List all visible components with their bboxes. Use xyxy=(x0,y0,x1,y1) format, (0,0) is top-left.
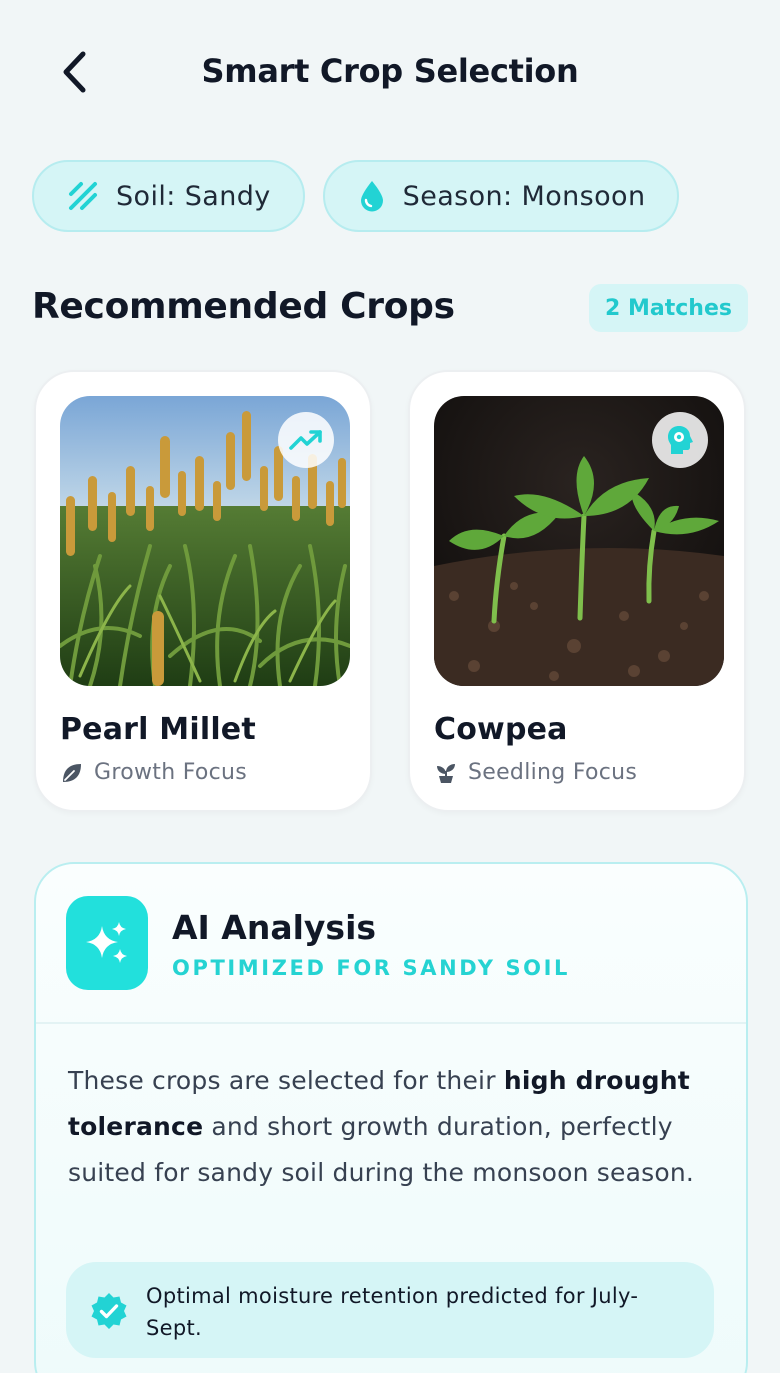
filter-chips: Soil: Sandy Season: Monsoon xyxy=(32,160,680,232)
moisture-note: Optimal moisture retention predicted for… xyxy=(66,1262,714,1358)
sparkles-icon xyxy=(66,896,148,990)
moisture-note-text: Optimal moisture retention predicted for… xyxy=(146,1284,639,1340)
water-drop-icon xyxy=(360,181,383,212)
matches-badge: 2 Matches xyxy=(589,284,748,332)
crop-focus: Growth Focus xyxy=(60,760,247,785)
cowpea-image xyxy=(434,396,724,686)
crop-card-pearl-millet[interactable]: Pearl Millet Growth Focus xyxy=(34,370,372,812)
app-header: Smart Crop Selection xyxy=(0,40,780,104)
ai-body-text-start: These crops are selected for their xyxy=(68,1066,504,1095)
trending-badge xyxy=(278,412,334,468)
crop-name: Cowpea xyxy=(434,712,568,747)
ai-head-badge xyxy=(652,412,708,468)
soil-filter-label: Soil: Sandy xyxy=(116,180,271,212)
crop-focus-label: Growth Focus xyxy=(94,760,248,785)
season-filter-chip[interactable]: Season: Monsoon xyxy=(322,160,680,232)
crop-focus-label: Seedling Focus xyxy=(468,760,638,785)
crop-cards: Pearl Millet Growth Focus Cowpea Seedlin… xyxy=(34,370,746,812)
ai-analysis-subtitle: OPTIMIZED FOR SANDY SOIL xyxy=(172,956,571,980)
section-title: Recommended Crops xyxy=(32,286,455,327)
sprout-icon xyxy=(437,763,455,783)
trending-up-icon xyxy=(289,430,322,450)
crop-focus: Seedling Focus xyxy=(434,760,637,785)
head-gear-icon xyxy=(668,426,693,454)
ai-analysis-header: AI Analysis OPTIMIZED FOR SANDY SOIL xyxy=(36,864,746,1024)
leaf-icon xyxy=(63,763,81,782)
pearl-millet-image xyxy=(60,396,350,686)
verified-badge-icon xyxy=(91,1293,127,1329)
crop-card-cowpea[interactable]: Cowpea Seedling Focus xyxy=(408,370,746,812)
crop-name: Pearl Millet xyxy=(60,712,256,747)
page-title: Smart Crop Selection xyxy=(201,52,579,90)
recommended-section-header: Recommended Crops 2 Matches xyxy=(32,282,748,336)
ai-analysis-text: These crops are selected for their high … xyxy=(68,1058,724,1196)
ai-analysis-title: AI Analysis xyxy=(172,908,377,947)
season-filter-label: Season: Monsoon xyxy=(402,180,646,212)
soil-filter-chip[interactable]: Soil: Sandy xyxy=(32,160,305,232)
ai-analysis-card: AI Analysis OPTIMIZED FOR SANDY SOIL The… xyxy=(34,862,748,1373)
soil-hatch-icon xyxy=(69,182,97,210)
